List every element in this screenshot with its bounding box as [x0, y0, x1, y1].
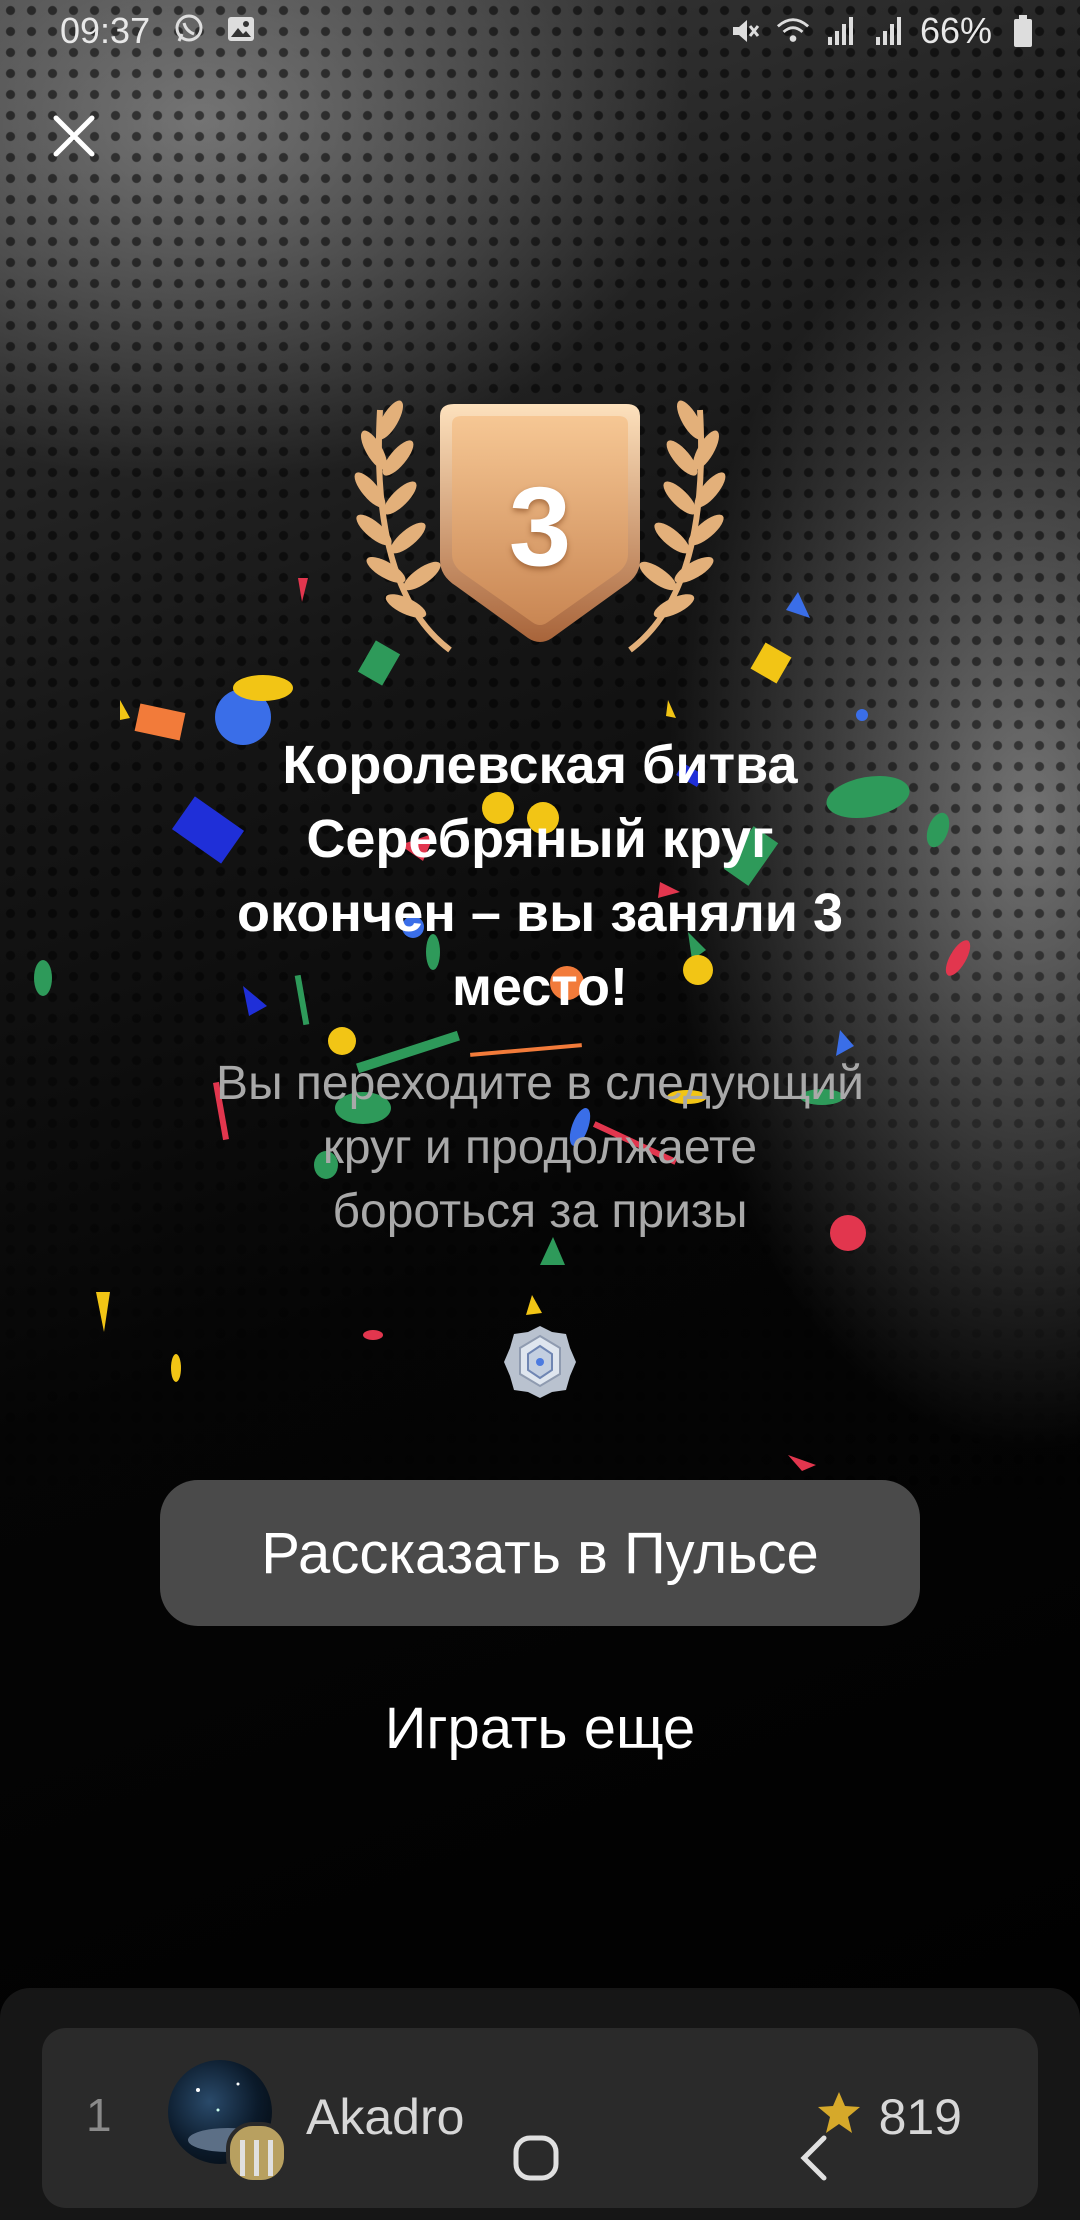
close-icon	[53, 115, 95, 157]
battery-percentage: 66%	[919, 10, 992, 51]
back-icon	[800, 2135, 827, 2181]
home-icon	[513, 2135, 559, 2181]
place-number: 3	[508, 464, 572, 589]
signal-icon	[872, 14, 906, 48]
battery-icon	[1006, 14, 1040, 48]
result-title-line: окончен – вы заняли 3	[236, 883, 844, 943]
home-button[interactable]	[496, 2118, 576, 2198]
signal-icon	[824, 14, 858, 48]
back-button[interactable]	[776, 2118, 856, 2198]
whatsapp-icon	[172, 12, 206, 46]
gallery-icon	[224, 12, 258, 46]
status-time: 09:37	[60, 10, 151, 51]
result-title-line: место!	[451, 957, 628, 1017]
result-subtitle-line: бороться за призы	[332, 1185, 748, 1238]
result-title: Королевская битва Серебряный круг оконче…	[120, 728, 960, 1024]
result-title-line: Королевская битва	[282, 735, 798, 795]
status-bar: 09:37 66%	[0, 0, 1080, 64]
mute-icon	[728, 14, 762, 48]
wifi-icon	[776, 14, 810, 48]
result-subtitle-line: круг и продолжаете	[322, 1121, 758, 1174]
system-navigation-bar	[0, 2094, 1080, 2220]
result-subtitle-line: Вы переходите в следующий	[216, 1057, 864, 1110]
silver-league-badge-icon	[504, 1326, 576, 1398]
play-again-button[interactable]: Играть еще	[340, 1684, 740, 1772]
result-title-line: Серебряный круг	[306, 809, 774, 869]
recent-apps-icon	[240, 2140, 273, 2176]
close-button[interactable]	[44, 106, 104, 166]
result-subtitle: Вы переходите в следующий круг и продолж…	[140, 1052, 940, 1244]
recent-apps-button[interactable]	[216, 2118, 296, 2198]
share-in-pulse-button[interactable]: Рассказать в Пульсе	[160, 1480, 920, 1626]
